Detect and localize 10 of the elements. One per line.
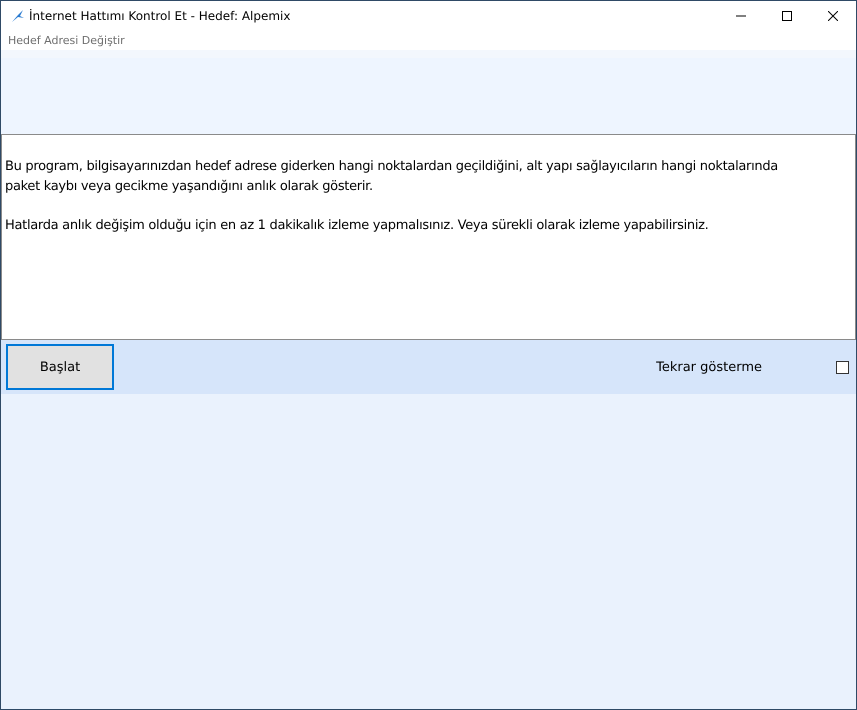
window-title: İnternet Hattımı Kontrol Et - Hedef: Alpemix — [29, 9, 292, 23]
start-button[interactable]: Başlat — [6, 344, 114, 390]
close-icon — [828, 11, 838, 21]
description-text: Hatlarda anlık değişim olduğu için en az 1 dakikalık izleme yapmalısınız. Veya sürekli olarak izleme yapabilirsiniz. — [5, 217, 710, 235]
app-icon — [11, 9, 25, 23]
menu-item[interactable]: Hedef Adresi Değiştir — [8, 34, 125, 47]
checkbox-label: Tekrar gösterme — [656, 360, 762, 374]
maximize-icon — [782, 11, 792, 21]
description-text: Bu program, bilgisayarınızdan hedef adrese giderken hangi noktalardan geçildiğini, alt yapı sağlayıcıların hangi noktalarında paket kaybı veya gecikme yaşandığını anlık olarak gösterir. — [5, 158, 779, 196]
checkbox[interactable] — [836, 360, 849, 374]
